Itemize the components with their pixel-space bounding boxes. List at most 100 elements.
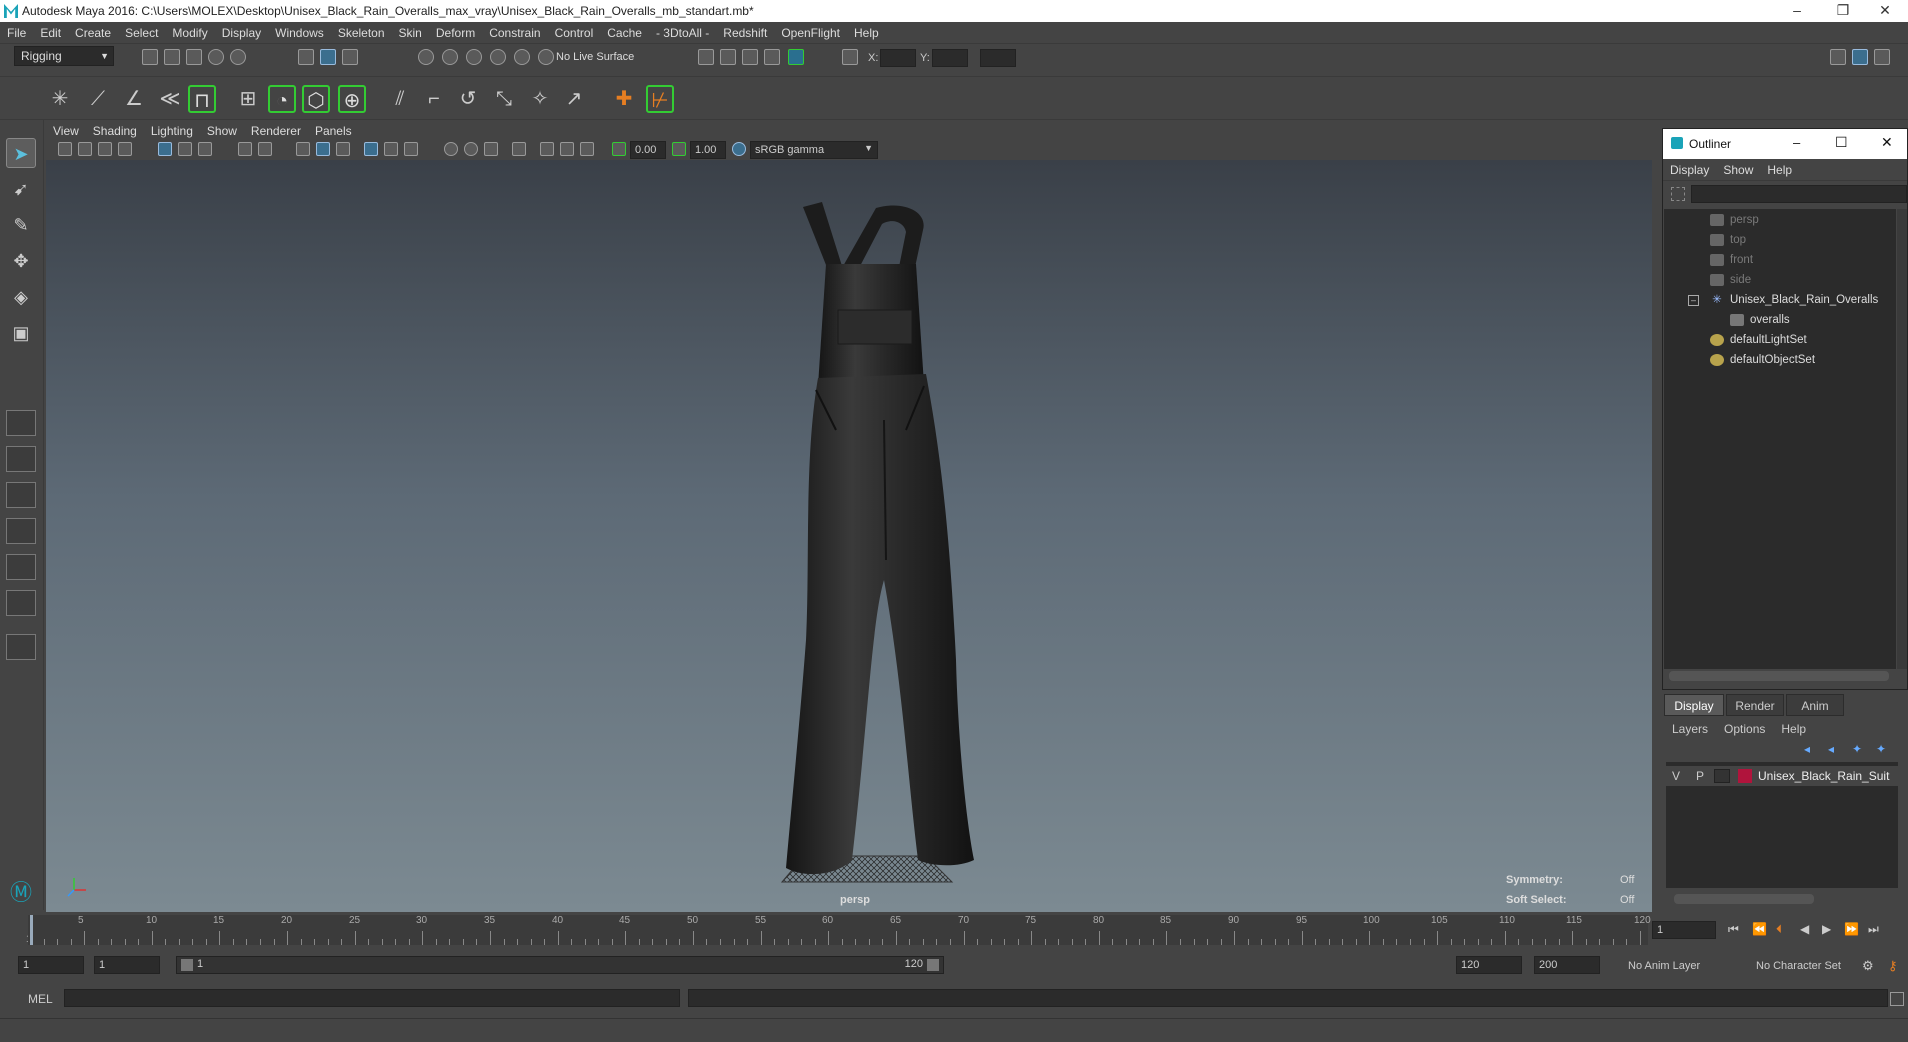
hypershade-icon[interactable] [788, 49, 804, 65]
menu-modify[interactable]: Modify [165, 22, 214, 44]
rotate-tool-icon[interactable]: ◈ [6, 282, 36, 312]
outliner-search-input[interactable] [1691, 185, 1907, 203]
timeline-ruler[interactable]: 5 10 15 20 25 30 35 40 45 50 55 60 65 70 75 80 85 90 95 100… [28, 915, 1651, 945]
outliner-menu-help[interactable]: Help [1760, 159, 1799, 181]
current-time-indicator[interactable] [30, 915, 33, 945]
smooth-bind-icon[interactable]: ◔ [268, 85, 296, 113]
point-constraint-icon[interactable]: ⌐ [420, 85, 448, 113]
go-to-end-icon[interactable]: ⏭ [1868, 922, 1879, 937]
menu-deform[interactable]: Deform [429, 22, 482, 44]
grid-toggle-icon[interactable] [158, 142, 172, 156]
play-forwards-icon[interactable]: ▶ [1822, 922, 1831, 936]
wireframe-icon[interactable] [296, 142, 310, 156]
new-scene-icon[interactable] [142, 49, 158, 65]
bind-skin-icon[interactable]: ⊞ [234, 85, 262, 113]
anim-layer-dropdown[interactable]: No Anim Layer [1628, 960, 1700, 972]
outliner-item-default-light-set[interactable]: defaultLightSet [1710, 331, 1807, 349]
layer-visibility-toggle[interactable]: V [1672, 769, 1680, 783]
textured-icon[interactable] [364, 142, 378, 156]
backface-culling-icon[interactable] [580, 142, 594, 156]
menuset-dropdown[interactable]: Rigging ▼ [14, 46, 114, 66]
outliner-menu-display[interactable]: Display [1663, 159, 1716, 181]
ik-spline-icon[interactable]: ∠ [120, 85, 148, 113]
z-field[interactable] [980, 49, 1016, 67]
range-start-handle[interactable] [181, 959, 193, 971]
outliner-item-top[interactable]: top [1710, 231, 1746, 249]
viewport-menu-view[interactable]: View [46, 122, 86, 140]
wireframe-on-shaded-icon[interactable] [336, 142, 350, 156]
outliner-item-side[interactable]: side [1710, 271, 1751, 289]
undo-icon[interactable] [208, 49, 224, 65]
single-perspective-layout-icon[interactable] [6, 410, 36, 436]
outliner-item-persp[interactable]: persp [1710, 211, 1759, 229]
transform-mode-icon[interactable] [842, 49, 858, 65]
minimize-icon[interactable]: – [1793, 135, 1800, 150]
menu-control[interactable]: Control [548, 22, 601, 44]
menu-windows[interactable]: Windows [268, 22, 331, 44]
redo-icon[interactable] [230, 49, 246, 65]
orient-constraint-icon[interactable]: ↺ [454, 85, 482, 113]
snap-surface-icon[interactable] [490, 49, 506, 65]
snap-grid-icon[interactable] [418, 49, 434, 65]
menu-skeleton[interactable]: Skeleton [331, 22, 392, 44]
layer-display-type-toggle[interactable] [1714, 769, 1730, 783]
script-editor-icon[interactable] [1890, 992, 1904, 1006]
tab-anim[interactable]: Anim [1786, 694, 1844, 716]
menu-3dtoall[interactable]: - 3DtoAll - [649, 22, 716, 44]
motion-blur-icon[interactable] [464, 142, 478, 156]
lights-icon[interactable] [384, 142, 398, 156]
hypershade-layout-icon[interactable] [6, 554, 36, 580]
menu-select[interactable]: Select [118, 22, 165, 44]
layer-menu-options[interactable]: Options [1716, 722, 1773, 736]
move-layer-up-icon[interactable]: ◂ [1804, 742, 1810, 756]
menu-display[interactable]: Display [215, 22, 268, 44]
layer-menu-layers[interactable]: Layers [1664, 722, 1716, 736]
pole-vector-icon[interactable]: ↗ [560, 85, 588, 113]
select-tool-icon[interactable]: ➤ [6, 138, 36, 168]
range-start-field[interactable]: 1 [94, 956, 160, 974]
lasso-tool-icon[interactable]: ➹ [6, 174, 36, 204]
restore-button[interactable]: ❐ [1820, 0, 1866, 22]
auto-key-icon[interactable]: ⚷ [1888, 958, 1898, 974]
render-settings-icon[interactable] [764, 49, 780, 65]
ambient-occlusion-icon[interactable] [444, 142, 458, 156]
xray-icon[interactable] [540, 142, 554, 156]
step-back-frame-icon[interactable]: ⏴ [1776, 922, 1782, 937]
maximize-icon[interactable]: ☐ [1835, 134, 1848, 151]
render-current-icon[interactable] [720, 49, 736, 65]
persp-outliner-layout-icon[interactable] [6, 482, 36, 508]
filter-icon[interactable] [1671, 187, 1685, 201]
layer-menu-help[interactable]: Help [1773, 722, 1814, 736]
shadows-icon[interactable] [404, 142, 418, 156]
image-plane-icon[interactable] [118, 142, 132, 156]
select-hierarchy-icon[interactable] [298, 49, 314, 65]
render-view-icon[interactable] [698, 49, 714, 65]
menu-edit[interactable]: Edit [33, 22, 68, 44]
orient-joint-icon[interactable]: ⊓ [188, 85, 216, 113]
view-transform-dropdown[interactable]: sRGB gamma ▼ [750, 141, 878, 159]
menu-create[interactable]: Create [68, 22, 118, 44]
viewport-menu-panels[interactable]: Panels [308, 122, 359, 140]
locator-icon[interactable]: ✚ [610, 85, 638, 113]
outliner-vertical-scrollbar[interactable] [1897, 209, 1907, 669]
safe-title-icon[interactable] [258, 142, 272, 156]
lattice-icon[interactable]: ⬡ [302, 85, 330, 113]
outliner-menu-show[interactable]: Show [1716, 159, 1760, 181]
scale-constraint-icon[interactable]: ⤡ [490, 85, 518, 113]
smooth-shade-icon[interactable] [316, 142, 330, 156]
paint-select-icon[interactable]: ✎ [6, 210, 36, 240]
new-layer-from-selection-icon[interactable]: ✦ [1876, 742, 1886, 756]
film-gate-icon[interactable] [178, 142, 192, 156]
viewport-menu-lighting[interactable]: Lighting [144, 122, 200, 140]
overalls-mesh[interactable] [786, 202, 974, 875]
playback-prefs-icon[interactable]: ⚙ [1862, 958, 1874, 974]
layer-playback-toggle[interactable]: P [1696, 769, 1704, 783]
mirror-joint-icon[interactable]: ≪ [156, 85, 184, 113]
bookmark-icon[interactable] [98, 142, 112, 156]
layer-color-swatch[interactable] [1738, 769, 1752, 783]
safe-action-icon[interactable] [238, 142, 252, 156]
isolate-select-icon[interactable] [512, 142, 526, 156]
ipr-render-icon[interactable] [742, 49, 758, 65]
layer-name[interactable]: Unisex_Black_Rain_Suit [1758, 769, 1889, 783]
key-icon[interactable]: ⊬ [646, 85, 674, 113]
